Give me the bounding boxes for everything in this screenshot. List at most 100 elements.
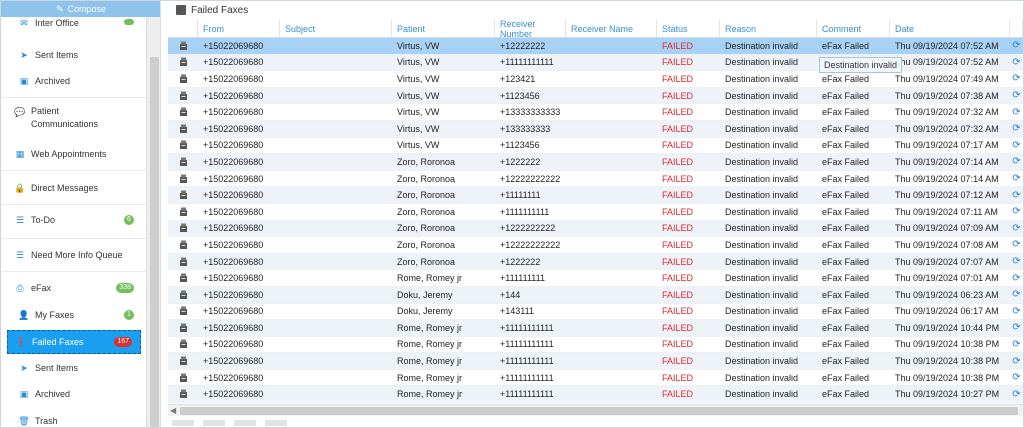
pager-button[interactable] [203,420,225,426]
table-row[interactable]: +15022069680 Rome, Romey jr +11111111111 FA… [168,337,1023,354]
table-row[interactable]: +15022069680 Zoro, Roronoa +12222222222 FAI… [168,171,1023,188]
cell-subject [280,320,392,336]
cell-from: +15022069680 [203,372,264,383]
pager-button[interactable] [172,420,194,426]
cell-receiver-number: +11111111111 [500,356,554,367]
refresh-icon[interactable]: ⟳ [1010,121,1023,137]
table-row[interactable]: +15022069680 Virtus, VW +123421 FAILED Desti… [168,71,1023,88]
refresh-icon[interactable]: ⟳ [1010,104,1023,120]
table-row[interactable]: +15022069680 Zoro, Roronoa +11111111 FAILED… [168,187,1023,204]
refresh-icon[interactable]: ⟳ [1010,287,1023,303]
refresh-icon[interactable]: ⟳ [1010,138,1023,154]
refresh-icon[interactable]: ⟳ [1010,71,1023,87]
sidebar-item-inter-office[interactable]: ✉ Inter Office [1,17,146,29]
sidebar-item-patient-communications[interactable]: 💬 Patient Communications [1,105,146,135]
cell-from: +15022069680 [203,156,264,167]
sidebar-item-efax[interactable]: ⎙ eFax 338 [1,280,146,296]
refresh-icon[interactable]: ⟳ [1010,337,1023,353]
table-row[interactable]: +15022069680 Zoro, Roronoa +12222222222 FAI… [168,237,1023,254]
table-row[interactable]: +15022069680 Virtus, VW +13333333333 FAILED… [168,104,1023,121]
table-row[interactable]: +15022069680 Zoro, Roronoa +1222222222 FAIL… [168,220,1023,238]
cell-patient: Virtus, VW [397,40,440,51]
cell-date: Thu 09/19/2024 07:17 AM [895,140,999,151]
table-row[interactable]: +15022069680 Virtus, VW +12222222 FAILED Des… [168,38,1023,55]
horizontal-scrollbar[interactable]: ◀ [168,404,1023,416]
horizontal-scrollbar-thumb[interactable] [180,407,1018,415]
inter-office-badge [124,19,134,25]
cell-receiver-name [566,171,657,187]
table-row[interactable]: +15022069680 Zoro, Roronoa +1222222 FAILED D… [168,253,1023,271]
table-row[interactable]: +15022069680 Doku, Jeremy +143111 FAILED Des… [168,304,1023,321]
table-row[interactable]: +15022069680 Doku, Jeremy +144 FAILED Destin… [168,286,1023,304]
cell-receiver-number: +144 [500,289,521,300]
refresh-icon[interactable]: ⟳ [1010,55,1023,71]
cell-patient: Doku, Jeremy [397,289,453,300]
refresh-icon[interactable]: ⟳ [1010,38,1023,54]
column-header-receiver-name[interactable]: Receiver Name [566,20,657,37]
cell-status: FAILED [662,256,694,267]
sidebar-scrollbar[interactable] [146,17,160,427]
table-row[interactable]: +15022069680 Virtus, VW +1123456 FAILED Dest… [168,138,1023,155]
pager-button[interactable] [265,420,287,426]
scroll-left-icon[interactable]: ◀ [170,406,176,415]
table-row[interactable]: +15022069680 Virtus, VW +1123456 FAILED Dest… [168,87,1023,105]
column-header-patient[interactable]: Patient [392,20,495,37]
sidebar-item-failed-faxes[interactable]: ❗ Failed Faxes 167 [7,330,141,354]
column-header-from[interactable]: From [198,20,280,37]
sidebar-item-sent-items[interactable]: ➤ Sent Items [1,47,146,63]
sidebar-item-web-appointments[interactable]: ▦ Web Appointments [1,146,146,162]
refresh-icon[interactable]: ⟳ [1010,254,1023,270]
refresh-icon[interactable]: ⟳ [1010,237,1023,253]
refresh-icon[interactable]: ⟳ [1010,353,1023,369]
sidebar-item-direct-messages[interactable]: 🔒 Direct Messages [1,180,146,196]
sidebar-item-my-faxes[interactable]: 👤 My Faxes 1 [1,307,146,323]
cell-receiver-number: +143111 [500,306,534,317]
sidebar-item-trash[interactable]: 🗑 Trash [1,413,146,427]
cell-date: Thu 09/19/2024 10:44 PM [895,322,1000,333]
column-header-status[interactable]: Status [657,20,720,37]
refresh-icon[interactable]: ⟳ [1010,88,1023,104]
column-header-comment[interactable]: Comment [817,20,890,37]
refresh-icon[interactable]: ⟳ [1010,304,1023,320]
cell-comment: eFax Failed [822,173,870,184]
cell-from: +15022069680 [203,223,264,234]
table-row[interactable]: +15022069680 Rome, Romey jr +11111111111 FA… [168,386,1023,404]
refresh-icon[interactable]: ⟳ [1010,270,1023,286]
cell-status: FAILED [662,389,694,400]
sidebar-scrollbar-thumb[interactable] [150,57,159,427]
column-header-receiver-number[interactable]: Receiver Number [495,19,566,39]
column-header-reason[interactable]: Reason [720,20,817,37]
refresh-icon[interactable]: ⟳ [1010,171,1023,187]
table-row[interactable]: +15022069680 Rome, Romey jr +11111111111 FA… [168,320,1023,337]
cell-date: Thu 09/19/2024 07:32 AM [895,107,999,118]
sidebar-item-need-more-info-queue[interactable]: ☰ Need More Info Queue [1,247,146,263]
cell-receiver-number: +11111111111 [500,322,554,333]
cell-receiver-name [566,337,657,353]
cell-status: FAILED [662,140,694,151]
refresh-icon[interactable]: ⟳ [1010,320,1023,336]
sidebar-item-archived[interactable]: ▣ Archived [1,386,146,402]
column-header-date[interactable]: Date [890,20,1010,37]
table-row[interactable]: +15022069680 Zoro, Roronoa +1222222 FAILED D… [168,154,1023,171]
refresh-icon[interactable]: ⟳ [1010,221,1023,237]
sidebar-item-to-do[interactable]: ☰ To-Do 6 [1,212,146,228]
cell-reason: Destination invalid [725,389,799,400]
cell-comment: eFax Failed [822,223,870,234]
refresh-icon[interactable]: ⟳ [1010,386,1023,402]
sidebar-item-sent-items[interactable]: ➤ Sent Items [1,360,146,376]
pager-button[interactable] [234,420,256,426]
cell-date: Thu 09/19/2024 07:01 AM [895,273,999,284]
refresh-icon[interactable]: ⟳ [1010,154,1023,170]
refresh-icon[interactable]: ⟳ [1010,187,1023,203]
table-row[interactable]: +15022069680 Rome, Romey jr +111111111 FAIL… [168,270,1023,287]
compose-button[interactable]: ✎ Compose [1,1,160,17]
refresh-icon[interactable]: ⟳ [1010,204,1023,220]
sidebar-item-archived[interactable]: ▣ Archived [1,73,146,89]
table-row[interactable]: +15022069680 Virtus, VW +133333333 FAILED De… [168,120,1023,138]
column-header-subject[interactable]: Subject [280,20,392,37]
table-row[interactable]: +15022069680 Rome, Romey jr +11111111111 FA… [168,353,1023,370]
cell-patient: Zoro, Roronoa [397,173,456,184]
table-row[interactable]: +15022069680 Rome, Romey jr +11111111111 FA… [168,370,1023,387]
table-row[interactable]: +15022069680 Zoro, Roronoa +1111111111 FAIL… [168,204,1023,221]
refresh-icon[interactable]: ⟳ [1010,370,1023,386]
